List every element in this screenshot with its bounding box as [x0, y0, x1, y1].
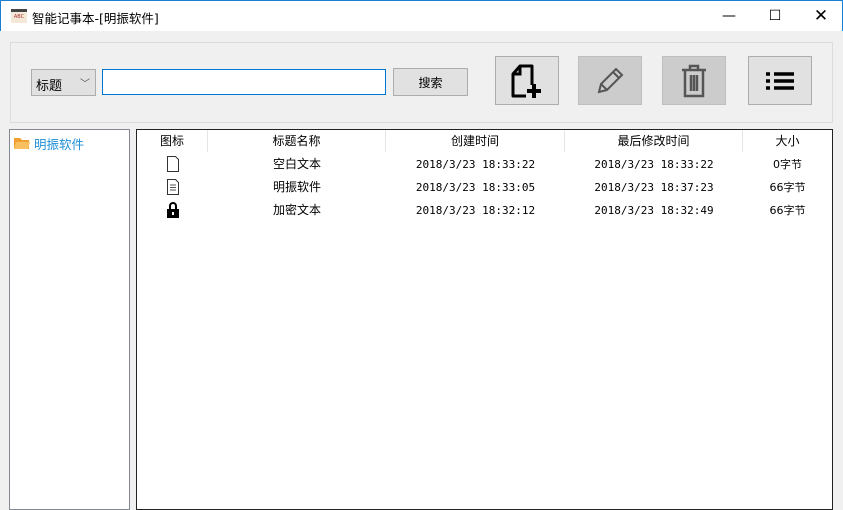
row-modified: 2018/3/23 18:32:49	[594, 204, 714, 217]
search-field-select[interactable]: 标题 ﹀	[31, 69, 96, 96]
blank-file-icon	[137, 153, 208, 176]
list-view-button[interactable]	[748, 56, 812, 105]
category-tree[interactable]: 明振软件	[9, 129, 130, 510]
search-field-value: 标题	[36, 79, 63, 94]
column-header-title[interactable]: 标题名称	[208, 130, 386, 152]
delete-button[interactable]	[662, 56, 726, 105]
new-note-button[interactable]	[495, 56, 559, 105]
minimize-button[interactable]: —	[706, 1, 752, 31]
table-row[interactable]: 加密文本 2018/3/23 18:32:12 2018/3/23 18:32:…	[137, 199, 832, 222]
trash-icon	[682, 64, 706, 97]
table-row[interactable]: 空白文本 2018/3/23 18:33:22 2018/3/23 18:33:…	[137, 153, 832, 176]
tree-item[interactable]: 明振软件	[14, 134, 84, 153]
folder-icon	[14, 138, 30, 149]
close-button[interactable]: ✕	[798, 1, 843, 31]
column-header-icon[interactable]: 图标	[137, 130, 208, 152]
list-icon	[766, 71, 794, 90]
row-modified: 2018/3/23 18:33:22	[594, 158, 714, 171]
maximize-button[interactable]: ☐	[752, 1, 798, 31]
pencil-icon	[597, 67, 624, 93]
new-file-icon	[511, 64, 542, 99]
column-header-created[interactable]: 创建时间	[386, 130, 565, 152]
title-bar: ABC 智能记事本-[明振软件] — ☐ ✕	[0, 0, 843, 31]
row-created: 2018/3/23 18:32:12	[415, 204, 536, 217]
search-input[interactable]	[102, 69, 386, 95]
column-header-size[interactable]: 大小	[743, 130, 832, 152]
row-size: 66字节	[769, 204, 806, 217]
row-title: 加密文本	[272, 203, 321, 217]
row-title: 空白文本	[272, 157, 321, 171]
app-icon: ABC	[11, 9, 27, 23]
chevron-down-icon: ﹀	[80, 79, 90, 90]
row-size: 0字节	[773, 158, 802, 171]
row-created: 2018/3/23 18:33:22	[415, 158, 536, 171]
row-created: 2018/3/23 18:33:05	[415, 181, 536, 194]
search-button-label: 搜索	[418, 75, 443, 90]
search-button[interactable]: 搜索	[393, 68, 468, 96]
row-modified: 2018/3/23 18:37:23	[594, 181, 714, 194]
lock-icon	[137, 199, 208, 222]
window-title: 智能记事本-[明振软件]	[32, 11, 159, 26]
table-row[interactable]: 明振软件 2018/3/23 18:33:05 2018/3/23 18:37:…	[137, 176, 832, 199]
notes-list[interactable]: 图标 标题名称 创建时间 最后修改时间 大小 空白文本 2018/3/23 18…	[136, 129, 833, 510]
text-file-icon	[137, 176, 208, 199]
row-size: 66字节	[769, 181, 806, 194]
row-title: 明振软件	[272, 180, 321, 194]
tree-item-label: 明振软件	[34, 137, 85, 152]
edit-button[interactable]	[578, 56, 642, 105]
column-header-modified[interactable]: 最后修改时间	[565, 130, 743, 152]
